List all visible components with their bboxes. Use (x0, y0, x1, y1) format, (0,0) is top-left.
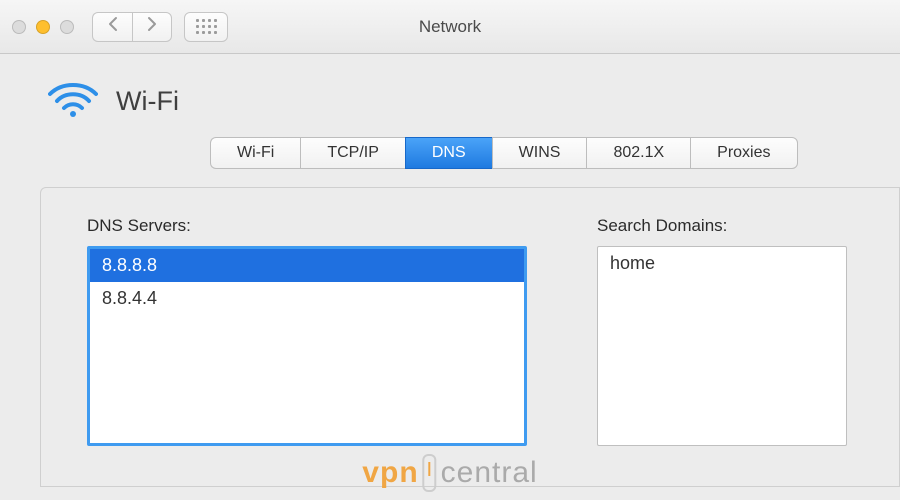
dns-servers-label: DNS Servers: (87, 216, 527, 236)
forward-button[interactable] (132, 12, 172, 42)
watermark-text-central: central (441, 456, 538, 490)
interface-name: Wi-Fi (116, 86, 179, 117)
traffic-lights (12, 20, 74, 34)
tab-tcpip[interactable]: TCP/IP (300, 137, 405, 169)
show-all-prefs-button[interactable] (184, 12, 228, 42)
dns-server-row[interactable]: 8.8.8.8 (90, 249, 524, 282)
tab-8021x[interactable]: 802.1X (586, 137, 690, 169)
dns-servers-list[interactable]: 8.8.8.8 8.8.4.4 (87, 246, 527, 446)
search-domains-label: Search Domains: (597, 216, 847, 236)
back-button[interactable] (92, 12, 132, 42)
maximize-window-button[interactable] (60, 20, 74, 34)
tab-wins[interactable]: WINS (492, 137, 587, 169)
chevron-right-icon (146, 16, 158, 37)
titlebar: Network (0, 0, 900, 54)
tab-wifi[interactable]: Wi-Fi (210, 137, 300, 169)
tab-bar: Wi-Fi TCP/IP DNS WINS 802.1X Proxies (210, 137, 900, 169)
wifi-icon (48, 80, 98, 123)
nav-buttons (92, 12, 172, 42)
dns-section: DNS Servers: 8.8.8.8 8.8.4.4 (87, 216, 527, 486)
chevron-left-icon (107, 16, 119, 37)
close-window-button[interactable] (12, 20, 26, 34)
interface-header: Wi-Fi (0, 54, 900, 133)
search-domains-section: Search Domains: home (597, 216, 847, 486)
search-domain-row[interactable]: home (598, 247, 846, 280)
tab-proxies[interactable]: Proxies (690, 137, 797, 169)
search-domains-list[interactable]: home (597, 246, 847, 446)
watermark-logo: vpn central (362, 454, 537, 492)
watermark-text-vpn: vpn (362, 456, 418, 490)
dns-server-row[interactable]: 8.8.4.4 (90, 282, 524, 315)
minimize-window-button[interactable] (36, 20, 50, 34)
tab-dns[interactable]: DNS (405, 137, 492, 169)
settings-panel: DNS Servers: 8.8.8.8 8.8.4.4 Search Doma… (40, 187, 900, 487)
lightbulb-icon (423, 454, 437, 492)
grid-icon (196, 19, 217, 34)
window-title: Network (419, 17, 481, 37)
